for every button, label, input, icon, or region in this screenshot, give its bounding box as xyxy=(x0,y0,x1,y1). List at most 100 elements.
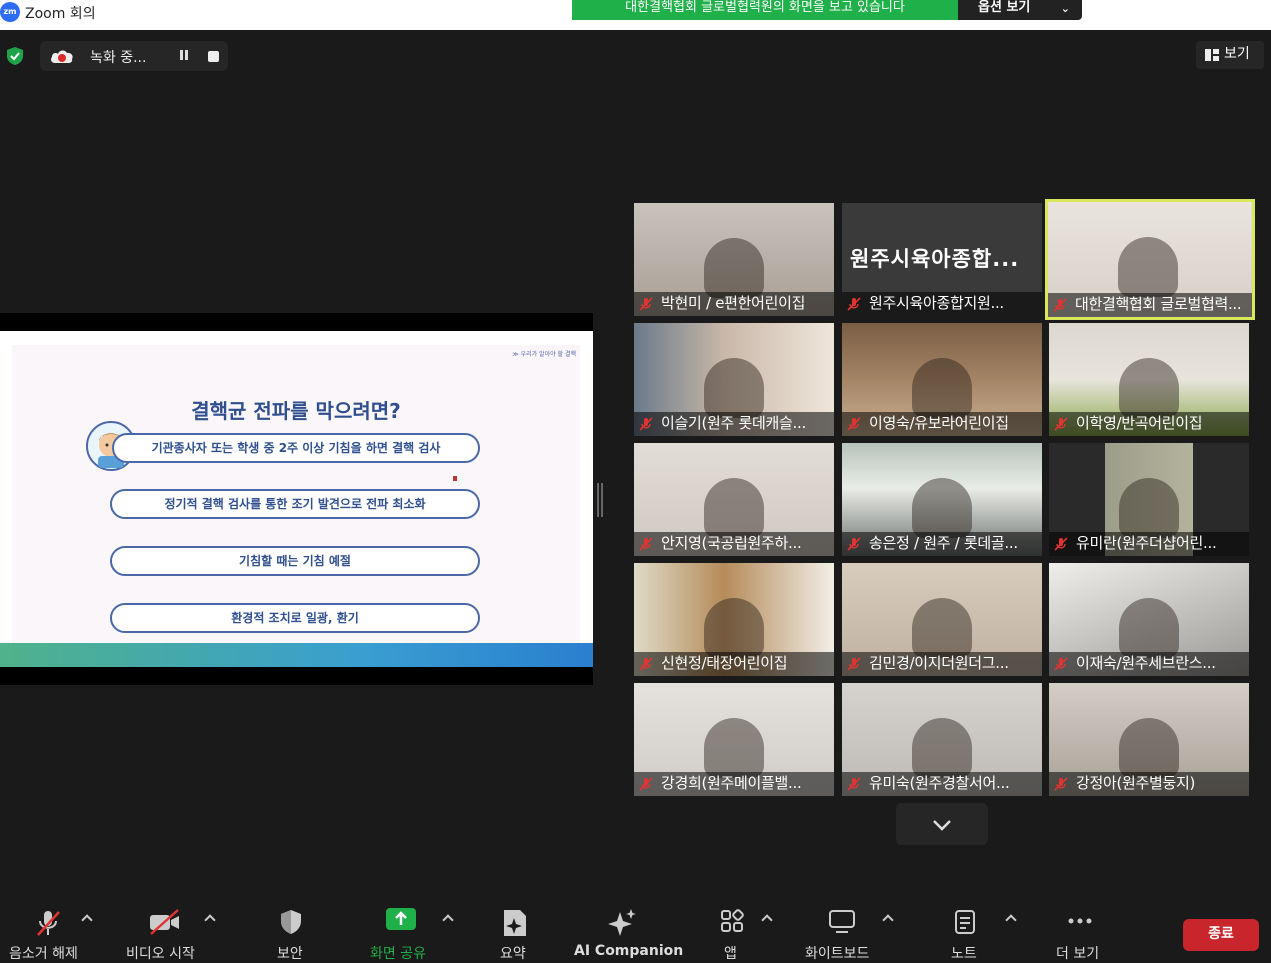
participant-name: 김민경/이지더원더그... xyxy=(869,654,1009,672)
whiteboard-icon xyxy=(829,910,855,933)
end-meeting-button[interactable]: 종료 xyxy=(1183,919,1259,951)
view-options-label: 옵션 보기 xyxy=(978,0,1031,15)
participant-tile[interactable]: 이재숙/원주세브란스... xyxy=(1049,563,1249,676)
participant-tile[interactable]: 박현미 / e편한어린이집 xyxy=(634,203,834,316)
next-page-button[interactable] xyxy=(896,803,988,845)
more-label: 더 보기 xyxy=(1056,946,1100,962)
participant-name: 원주시육아종합지원... xyxy=(869,294,1004,312)
participant-name-bar: 유미란(원주더샵어린... xyxy=(1049,532,1249,556)
participant-tile[interactable]: 유미란(원주더샵어린... xyxy=(1049,443,1249,556)
participant-video xyxy=(704,598,764,658)
slide-footer-band xyxy=(0,643,593,667)
slide-title: 결핵균 전파를 막으려면? xyxy=(191,399,401,423)
participant-tile[interactable]: 안지영(국공립원주하... xyxy=(634,443,834,556)
notes-button[interactable]: 노트 xyxy=(940,898,990,963)
unmute-button[interactable]: 음소거 해제 xyxy=(0,898,100,963)
participant-name-bar: 유미숙(원주경찰서어... xyxy=(842,772,1042,796)
participant-tile[interactable]: 이영숙/유보라어린이집 xyxy=(842,323,1042,436)
participant-name-bar: 이학영/반곡어린이집 xyxy=(1049,412,1249,436)
screen-share-banner: 대한결핵협회 글로벌협력원의 화면을 보고 있습니다 xyxy=(572,0,958,20)
security-shield-icon[interactable] xyxy=(5,46,25,66)
microphone-muted-icon xyxy=(639,537,653,551)
microphone-muted-icon xyxy=(847,657,861,671)
start-video-button[interactable]: 비디오 시작 xyxy=(120,898,220,963)
cloud-recording-icon xyxy=(51,50,73,63)
participant-name: 이영숙/유보라어린이집 xyxy=(869,414,1009,432)
more-dots-icon xyxy=(1068,918,1092,924)
participant-tile[interactable]: 대한결핵협회 글로벌협력... xyxy=(1045,199,1255,320)
microphone-muted-icon xyxy=(1054,657,1068,671)
participant-name: 안지영(국공립원주하... xyxy=(661,534,802,552)
participant-name: 유미숙(원주경찰서어... xyxy=(869,774,1010,792)
apps-options-caret-icon[interactable] xyxy=(761,914,773,926)
share-options-caret-icon[interactable] xyxy=(442,914,454,926)
more-button[interactable]: 더 보기 xyxy=(1050,898,1110,963)
apps-icon xyxy=(721,909,744,932)
participant-name: 이슬기(원주 롯데캐슬... xyxy=(661,414,806,432)
split-resizer-handle[interactable] xyxy=(597,483,603,517)
summary-button[interactable]: 요약 xyxy=(490,898,540,963)
participant-video xyxy=(704,238,764,298)
slide-point-3: 기침할 때는 기침 예절 xyxy=(110,546,480,576)
whiteboard-label: 화이트보드 xyxy=(805,946,870,962)
participant-name-bar: 신현정/태장어린이집 xyxy=(634,652,834,676)
participant-tile[interactable]: 신현정/태장어린이집 xyxy=(634,563,834,676)
microphone-muted-icon xyxy=(1054,537,1068,551)
participant-name-bar: 원주시육아종합지원... xyxy=(842,292,1042,316)
participant-name: 이재숙/원주세브란스... xyxy=(1076,654,1216,672)
participant-tile[interactable]: 이학영/반곡어린이집 xyxy=(1049,323,1249,436)
microphone-muted-icon xyxy=(1054,777,1068,791)
apps-button[interactable]: 앱 xyxy=(710,898,754,963)
participant-name-bar: 강경희(원주메이플밸... xyxy=(634,772,834,796)
gallery-view-icon xyxy=(1205,49,1219,61)
participant-name: 송은정 / 원주 / 롯데골... xyxy=(869,534,1018,552)
participant-name-bar: 대한결핵협회 글로벌협력... xyxy=(1048,293,1252,317)
participant-tile[interactable]: 강정아(원주별둥지) xyxy=(1049,683,1249,796)
microphone-muted-icon xyxy=(639,297,653,311)
security-label: 보안 xyxy=(277,946,303,962)
participant-video xyxy=(704,718,764,778)
participant-tile[interactable]: 이슬기(원주 롯데캐슬... xyxy=(634,323,834,436)
share-screen-button[interactable]: 화면 공유 xyxy=(366,898,436,963)
participant-name: 신현정/태장어린이집 xyxy=(661,654,788,672)
participant-tile[interactable]: 원주시육아종합... 원주시육아종합지원... xyxy=(842,203,1042,316)
participant-tile[interactable]: 김민경/이지더원더그... xyxy=(842,563,1042,676)
ai-companion-label: AI Companion xyxy=(574,943,684,959)
unmute-label: 음소거 해제 xyxy=(9,946,78,962)
share-screen-icon xyxy=(386,908,416,930)
meeting-toolbar: 음소거 해제 비디오 시작 보안 화면 공유 요약 AI Companion 앱… xyxy=(0,898,1271,963)
stop-recording-icon[interactable] xyxy=(208,51,219,62)
apps-label: 앱 xyxy=(724,946,737,962)
remote-cursor xyxy=(453,476,457,481)
participant-name: 강경희(원주메이플밸... xyxy=(661,774,802,792)
participant-tile[interactable]: 유미숙(원주경찰서어... xyxy=(842,683,1042,796)
microphone-muted-icon xyxy=(1053,298,1067,312)
microphone-muted-icon xyxy=(1054,417,1068,431)
microphone-muted-icon xyxy=(847,297,861,311)
pause-recording-icon[interactable] xyxy=(179,50,189,62)
view-label: 보기 xyxy=(1224,46,1250,62)
shield-icon xyxy=(281,910,301,934)
microphone-muted-icon xyxy=(847,537,861,551)
participant-video xyxy=(704,358,764,418)
security-button[interactable]: 보안 xyxy=(266,898,316,963)
recording-indicator: 녹화 중... xyxy=(40,41,228,71)
participant-video xyxy=(912,358,972,418)
share-screen-label: 화면 공유 xyxy=(370,946,426,962)
slide-point-1: 기관종사자 또는 학생 중 2주 이상 기침을 하면 결핵 검사 xyxy=(112,433,480,463)
participant-video xyxy=(1119,478,1179,538)
participant-video xyxy=(1119,598,1179,658)
whiteboard-button[interactable]: 화이트보드 xyxy=(800,898,886,963)
participant-tile[interactable]: 강경희(원주메이플밸... xyxy=(634,683,834,796)
notes-options-caret-icon[interactable] xyxy=(1005,914,1017,926)
camera-off-icon xyxy=(150,909,179,935)
participant-avatar-text: 원주시육아종합... xyxy=(850,247,1020,271)
participant-name-bar: 강정아(원주별둥지) xyxy=(1049,772,1249,796)
participant-name-bar: 박현미 / e편한어린이집 xyxy=(634,292,834,316)
view-options-button[interactable]: 옵션 보기 ⌄ xyxy=(958,0,1082,20)
ai-companion-button[interactable]: AI Companion xyxy=(568,898,683,963)
participant-name: 박현미 / e편한어린이집 xyxy=(661,294,806,312)
participant-tile[interactable]: 송은정 / 원주 / 롯데골... xyxy=(842,443,1042,556)
participant-name-bar: 이슬기(원주 롯데캐슬... xyxy=(634,412,834,436)
view-button[interactable]: 보기 xyxy=(1196,41,1264,69)
